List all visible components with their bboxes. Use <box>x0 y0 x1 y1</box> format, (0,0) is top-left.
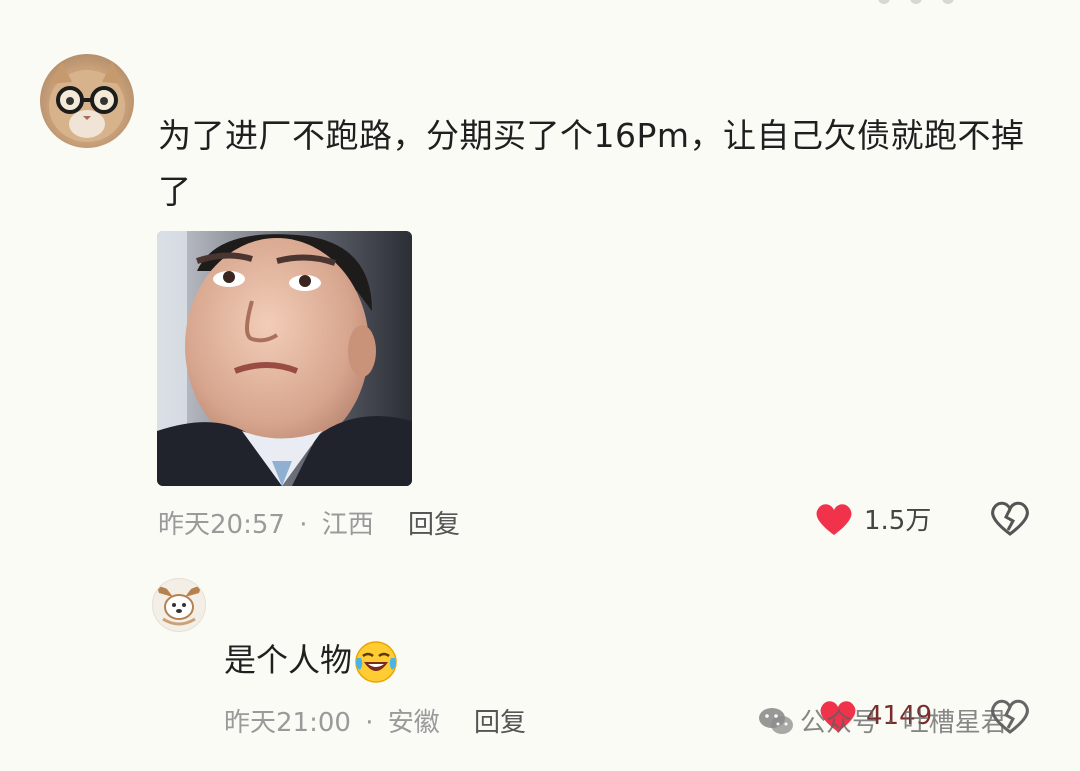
comment-meta: 昨天20:57 · 江西 <box>158 504 374 541</box>
reply-text: 是个人物 <box>224 641 353 679</box>
reply-button-2[interactable]: 回复 <box>474 702 526 739</box>
man-in-suit-photo <box>157 231 412 486</box>
heart-filled-icon <box>816 503 852 535</box>
reply-location: 安徽 <box>387 708 440 738</box>
watermark-text: 公众号 · 吐槽星君 <box>800 708 1007 738</box>
meme-image[interactable] <box>157 231 412 486</box>
top-partial-dots <box>878 0 954 4</box>
comment-location: 江西 <box>321 510 374 540</box>
comment-time: 昨天20:57 <box>158 510 285 540</box>
avatar[interactable] <box>40 54 134 148</box>
broken-heart-icon <box>991 501 1029 536</box>
reply-comment-text: 是个人物 <box>224 636 398 684</box>
meta-separator: · <box>299 510 308 540</box>
like-count: 1.5万 <box>864 506 932 536</box>
comment-text: 为了进厂不跑路，分期买了个16Pm，让自己欠债就跑不掉了 <box>158 116 1025 211</box>
cartoon-dog-avatar-icon <box>158 586 200 626</box>
dislike-button[interactable] <box>990 500 1030 542</box>
reply-meta: 昨天21:00 · 安徽 <box>224 702 440 739</box>
reply-button[interactable]: 回复 <box>408 504 460 541</box>
watermark: 公众号 · 吐槽星君 <box>758 702 1007 739</box>
wechat-icon <box>759 707 793 734</box>
reply-avatar[interactable] <box>152 578 206 632</box>
cat-with-glasses-avatar-icon <box>49 62 125 142</box>
meta-separator: · <box>365 708 374 738</box>
reply-time: 昨天21:00 <box>224 708 351 738</box>
like-button[interactable]: 1.5万 <box>814 500 931 537</box>
laughing-crying-emoji <box>355 641 397 683</box>
